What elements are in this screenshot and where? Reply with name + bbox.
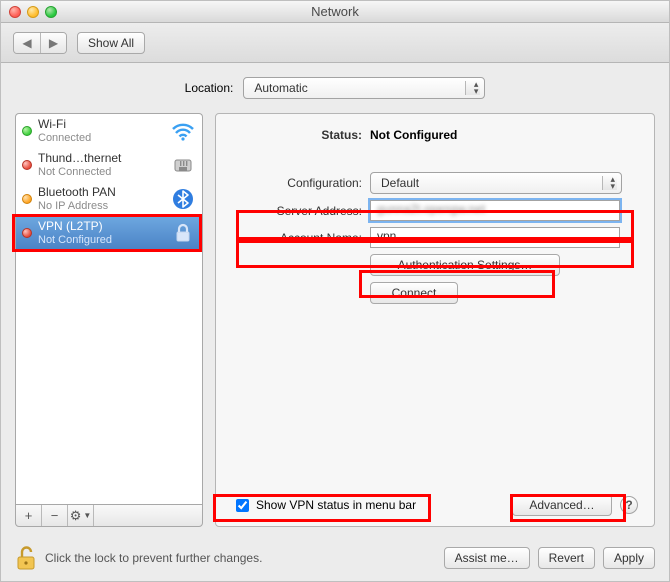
sidebar-item-status: Not Connected xyxy=(38,166,164,179)
checkbox-label: Show VPN status in menu bar xyxy=(256,498,416,512)
action-menu-button[interactable]: ⚙︎▼ xyxy=(68,505,94,526)
server-address-input[interactable]: gunna2t.opengw.net xyxy=(370,200,620,221)
show-vpn-status-checkbox[interactable]: Show VPN status in menu bar xyxy=(232,496,416,515)
gear-icon: ⚙︎ xyxy=(70,508,82,524)
window-controls xyxy=(1,6,57,18)
status-dot xyxy=(22,194,32,204)
add-interface-button[interactable]: + xyxy=(16,505,42,526)
advanced-button[interactable]: Advanced… xyxy=(512,494,612,516)
chevron-down-icon: ▾ xyxy=(474,87,479,96)
close-window-button[interactable] xyxy=(9,6,21,18)
account-name-input[interactable]: vpn xyxy=(370,227,620,248)
apply-button[interactable]: Apply xyxy=(603,547,655,569)
sidebar-toolbar: + − ⚙︎▼ xyxy=(15,504,203,527)
help-button[interactable]: ? xyxy=(620,496,638,514)
sidebar-item-label: Bluetooth PAN xyxy=(38,186,164,200)
lock-text: Click the lock to prevent further change… xyxy=(45,551,262,565)
status-value: Not Configured xyxy=(370,128,457,142)
chevron-down-icon: ▾ xyxy=(610,182,615,191)
checkbox-input[interactable] xyxy=(236,499,249,512)
show-all-button[interactable]: Show All xyxy=(77,32,145,54)
sidebar-item-thunderbolt-ethernet[interactable]: Thund…thernet Not Connected xyxy=(16,148,202,182)
sidebar-item-label: VPN (L2TP) xyxy=(38,220,164,234)
sidebar-item-wifi[interactable]: Wi-Fi Connected xyxy=(16,114,202,148)
back-button[interactable]: ◀ xyxy=(14,33,40,53)
sidebar-item-label: Wi-Fi xyxy=(38,118,164,132)
location-label: Location: xyxy=(185,81,234,95)
sidebar-item-label: Thund…thernet xyxy=(38,152,164,166)
status-dot xyxy=(22,126,32,136)
sidebar-item-status: Not Configured xyxy=(38,234,164,247)
wifi-icon xyxy=(170,118,196,144)
authentication-settings-button[interactable]: Authentication Settings… xyxy=(370,254,560,276)
status-label: Status: xyxy=(232,128,370,142)
configuration-label: Configuration: xyxy=(232,176,370,190)
account-name-label: Account Name: xyxy=(232,231,370,245)
server-address-label: Server Address: xyxy=(232,204,370,218)
minimize-window-button[interactable] xyxy=(27,6,39,18)
network-preferences-window: Network ◀ ▶ Show All Location: Automatic… xyxy=(0,0,670,582)
assist-me-button[interactable]: Assist me… xyxy=(444,547,530,569)
zoom-window-button[interactable] xyxy=(45,6,57,18)
lock-icon xyxy=(170,220,196,246)
location-value: Automatic xyxy=(254,81,307,95)
titlebar: Network xyxy=(1,1,669,23)
interfaces-sidebar: Wi-Fi Connected Thund…thernet Not Connec… xyxy=(15,113,203,504)
location-popup[interactable]: Automatic ▴ ▾ xyxy=(243,77,485,99)
footer: Click the lock to prevent further change… xyxy=(1,537,669,581)
sidebar-item-status: Connected xyxy=(38,132,164,145)
content: Location: Automatic ▴ ▾ Wi-Fi Connected xyxy=(1,63,669,537)
unlocked-padlock-icon[interactable] xyxy=(15,545,37,571)
location-row: Location: Automatic ▴ ▾ xyxy=(15,77,655,99)
remove-interface-button[interactable]: − xyxy=(42,505,68,526)
nav-buttons: ◀ ▶ xyxy=(13,32,67,54)
toolbar: ◀ ▶ Show All xyxy=(1,23,669,63)
bluetooth-icon xyxy=(170,186,196,212)
connect-button[interactable]: Connect xyxy=(370,282,458,304)
forward-button[interactable]: ▶ xyxy=(40,33,66,53)
configuration-popup[interactable]: Default ▴ ▾ xyxy=(370,172,622,194)
chevron-down-icon: ▼ xyxy=(83,511,91,520)
sidebar-item-vpn[interactable]: VPN (L2TP) Not Configured xyxy=(16,216,202,250)
window-title: Network xyxy=(1,4,669,19)
sidebar-item-status: No IP Address xyxy=(38,200,164,213)
sidebar-item-bluetooth-pan[interactable]: Bluetooth PAN No IP Address xyxy=(16,182,202,216)
status-dot xyxy=(22,228,32,238)
revert-button[interactable]: Revert xyxy=(538,547,595,569)
interface-detail-pane: Status: Not Configured Configuration: De… xyxy=(215,113,655,527)
status-dot xyxy=(22,160,32,170)
ethernet-icon xyxy=(170,152,196,178)
